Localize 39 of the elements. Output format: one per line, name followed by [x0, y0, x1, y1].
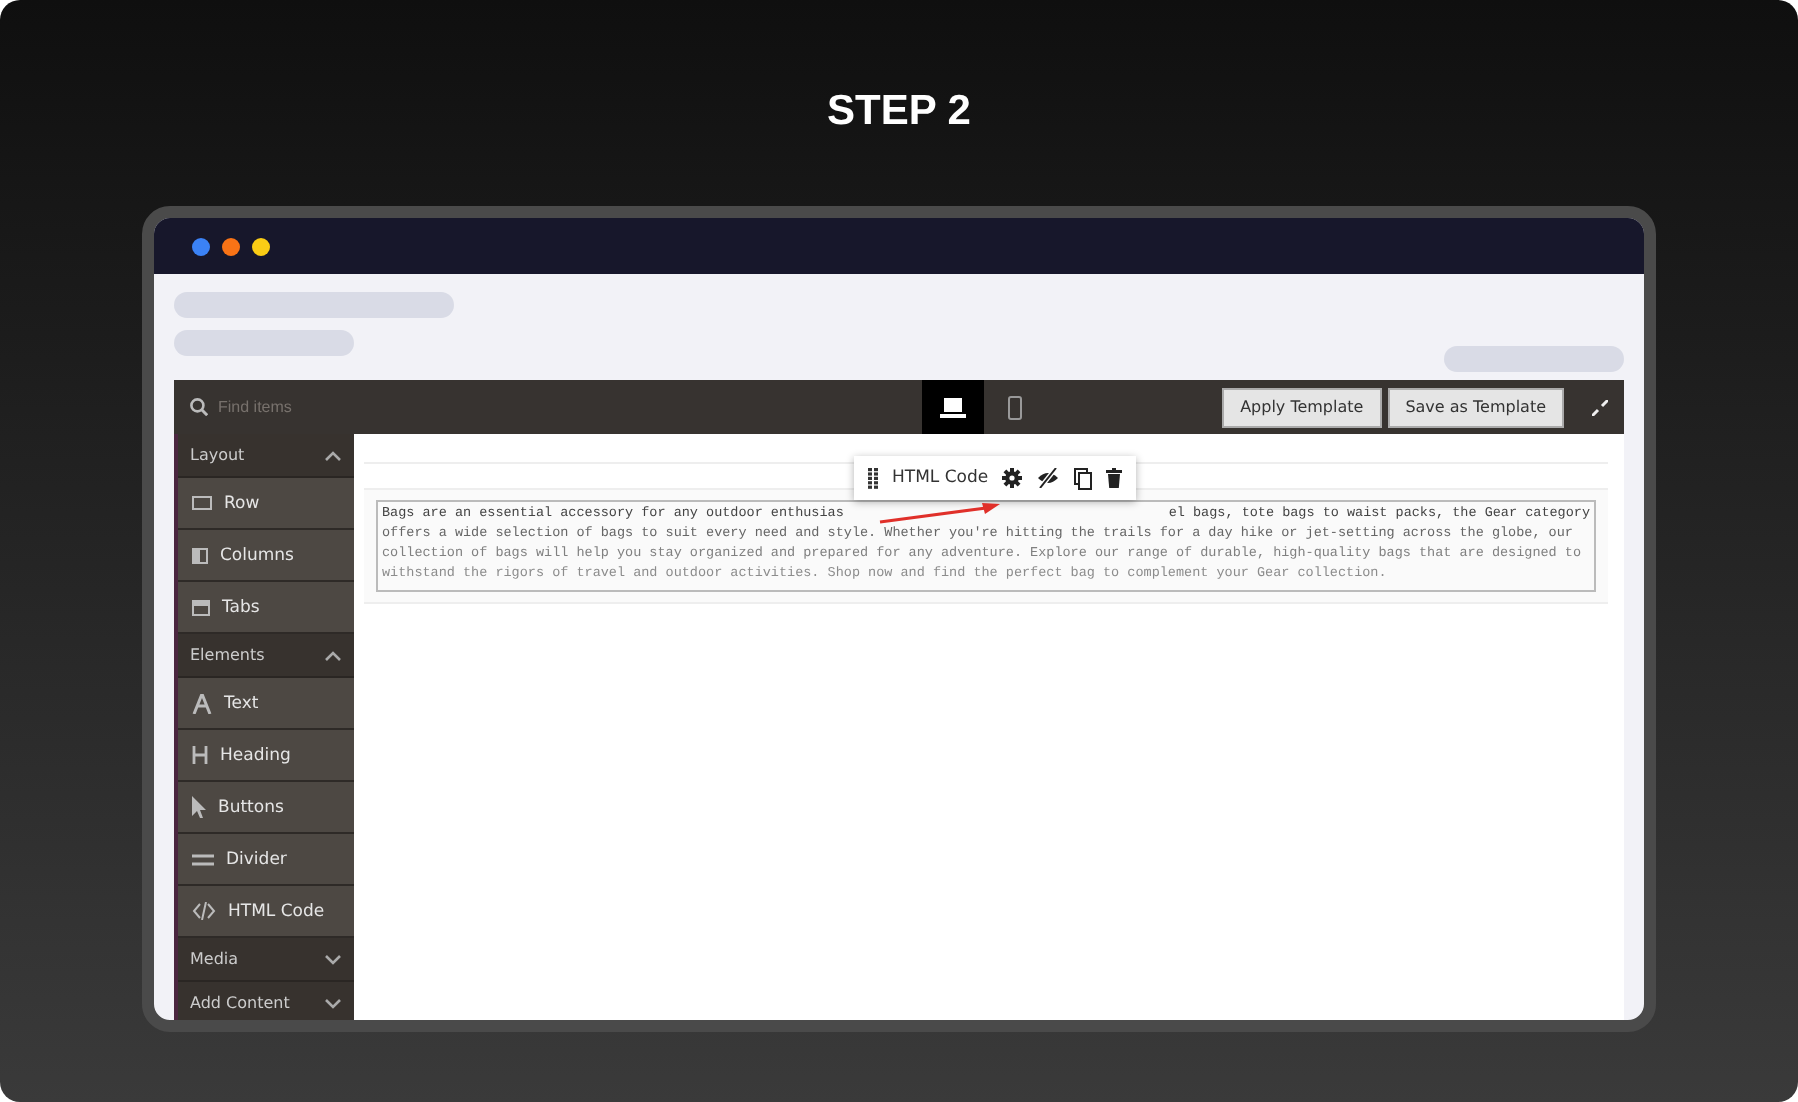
search-field[interactable]: Find items — [218, 398, 358, 416]
chevron-up-icon — [324, 449, 342, 461]
fullscreen-icon[interactable] — [1592, 399, 1608, 415]
search-icon — [190, 398, 208, 416]
sidebar-item[interactable]: HTML Code — [178, 886, 354, 938]
tabs-icon — [192, 599, 210, 615]
code-icon — [192, 902, 216, 920]
sidebar-item[interactable]: Tabs — [178, 582, 354, 634]
window-dot — [192, 237, 210, 255]
divider-icon — [192, 853, 214, 865]
columns-icon — [192, 547, 208, 563]
rectangle-icon — [192, 496, 212, 510]
device-toggle[interactable] — [922, 380, 985, 434]
step-title: STEP 2 — [827, 88, 971, 138]
laptop-icon — [940, 397, 967, 417]
letter-h-icon — [192, 746, 208, 764]
trash-icon[interactable] — [1106, 468, 1123, 488]
sidebar-item[interactable]: Text — [178, 678, 354, 730]
sidebar-item[interactable]: Row — [178, 478, 354, 530]
chevron-down-icon — [324, 997, 342, 1009]
copy-icon[interactable] — [1074, 467, 1093, 489]
sidebar-item[interactable]: Divider — [178, 834, 354, 886]
chevron-up-icon — [324, 649, 342, 661]
toolbar-label: HTML Code — [892, 468, 989, 488]
chevron-down-icon — [324, 953, 342, 965]
letter-a-icon — [192, 693, 212, 713]
settings-icon[interactable] — [1002, 468, 1023, 488]
cursor-icon — [192, 796, 206, 818]
window-dot — [252, 237, 270, 255]
template-button[interactable]: Apply Template — [1222, 387, 1382, 427]
annotation-arrow — [878, 502, 1002, 524]
sidebar-item[interactable]: Heading — [178, 730, 354, 782]
sidebar-item[interactable]: Columns — [178, 530, 354, 582]
eye-slash-icon[interactable] — [1036, 468, 1061, 488]
template-button[interactable]: Save as Template — [1387, 387, 1564, 427]
window-dot — [222, 237, 240, 255]
drag-handle-icon[interactable] — [868, 467, 878, 489]
sidebar-item[interactable]: Buttons — [178, 782, 354, 834]
phone-icon — [1008, 395, 1023, 419]
